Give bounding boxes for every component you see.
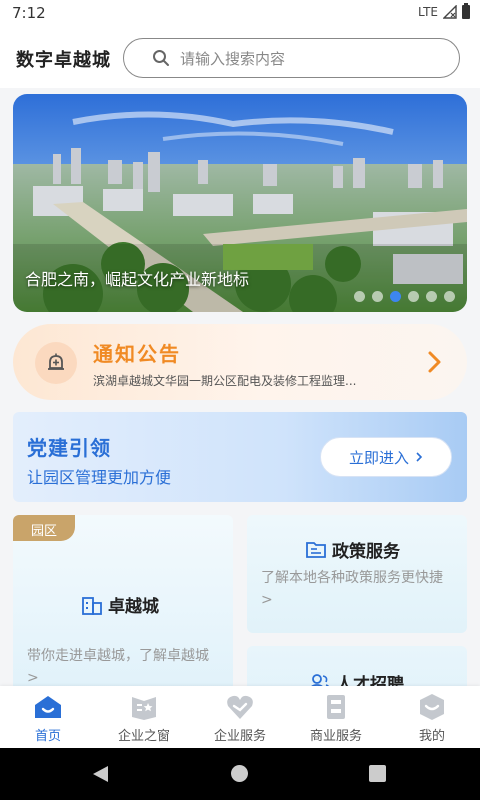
recent-apps-icon[interactable]	[369, 765, 386, 782]
banner-dot[interactable]	[408, 291, 419, 302]
tab-enterprise-window[interactable]: 企业之窗	[96, 686, 192, 748]
enter-now-label: 立即进入	[348, 448, 409, 467]
policy-title-row: 政策服务	[305, 537, 400, 562]
top-bar: 数字卓越城 请输入搜索内容	[0, 28, 480, 88]
status-time: 7:12	[12, 4, 46, 22]
enter-now-button[interactable]: 立即进入	[320, 437, 452, 477]
home-button-icon[interactable]	[231, 765, 248, 782]
notice-card[interactable]: 通知公告 滨湖卓越城文华园一期公区配电及装修工程监理...	[13, 324, 467, 400]
policy-title: 政策服务	[332, 542, 400, 562]
home-icon	[35, 696, 61, 718]
chevron-right-icon[interactable]	[427, 350, 443, 374]
search-input[interactable]: 请输入搜索内容	[123, 38, 460, 78]
banner-dot[interactable]	[354, 291, 365, 302]
bottom-tab-bar: 首页 企业之窗 企业服务 商业服务 我的	[0, 686, 480, 748]
profile-icon	[420, 694, 444, 720]
bell-icon	[48, 353, 64, 370]
search-placeholder: 请输入搜索内容	[180, 49, 286, 68]
banner-carousel[interactable]: 合肥之南，崛起文化产业新地标	[13, 94, 467, 312]
banner-dot[interactable]	[426, 291, 437, 302]
party-subtitle: 让园区管理更加方便	[27, 468, 172, 487]
tab-enterprise-service-label: 企业服务	[213, 729, 266, 744]
party-title: 党建引领	[27, 436, 111, 460]
policy-service-card[interactable]: 政策服务 了解本地各种政策服务更快捷 >	[247, 515, 467, 633]
battery-icon	[462, 3, 470, 19]
party-building-card[interactable]: 党建引领 让园区管理更加方便 立即进入	[13, 412, 467, 502]
home-content[interactable]: 合肥之南，崛起文化产业新地标 通知公告 滨湖卓越城文华园一期公区配电及装修工程监…	[0, 88, 480, 686]
banner-dot-active[interactable]	[390, 291, 401, 302]
banner-dot[interactable]	[372, 291, 383, 302]
people-icon	[310, 673, 330, 686]
enterprise-service-icon	[227, 695, 253, 719]
tab-home[interactable]: 首页	[0, 686, 96, 748]
park-title: 卓越城	[108, 597, 159, 617]
policy-document-icon	[306, 541, 326, 558]
banner-caption: 合肥之南，崛起文化产业新地标	[25, 270, 250, 289]
banner-dot[interactable]	[444, 291, 455, 302]
park-badge: 园区	[13, 515, 75, 541]
notice-title: 通知公告	[93, 342, 181, 366]
back-icon[interactable]	[92, 765, 109, 783]
tab-profile-label: 我的	[418, 729, 445, 744]
commercial-service-icon	[327, 695, 345, 719]
tab-commercial-service[interactable]: 商业服务	[288, 686, 384, 748]
park-card[interactable]: 园区 卓越城 带你走进卓越城，了解卓越城 >	[13, 515, 233, 686]
building-icon	[82, 596, 102, 615]
talent-title-row: 人才招聘	[309, 670, 404, 686]
tab-enterprise-window-label: 企业之窗	[117, 729, 170, 744]
status-icons: LTE	[418, 3, 470, 19]
banner-indicator	[354, 291, 455, 302]
notice-icon-background	[35, 342, 77, 384]
policy-description: 了解本地各种政策服务更快捷 >	[261, 570, 443, 608]
tab-enterprise-service[interactable]: 企业服务	[192, 686, 288, 748]
system-navigation-bar	[0, 748, 480, 800]
tab-profile[interactable]: 我的	[384, 686, 480, 748]
notice-text[interactable]: 滨湖卓越城文华园一期公区配电及装修工程监理...	[93, 372, 413, 389]
talent-recruitment-card[interactable]: 人才招聘	[247, 646, 467, 686]
tab-home-label: 首页	[34, 729, 61, 744]
park-description: 带你走进卓越城，了解卓越城 >	[27, 648, 209, 686]
talent-title: 人才招聘	[336, 675, 404, 686]
app-title: 数字卓越城	[16, 50, 111, 71]
network-type: LTE	[418, 5, 438, 19]
park-title-row: 卓越城	[81, 592, 159, 617]
enterprise-window-icon	[132, 697, 156, 720]
tab-commercial-service-label: 商业服务	[309, 729, 362, 744]
signal-icon	[443, 5, 457, 19]
chevron-right-icon	[416, 452, 423, 462]
status-bar: 7:12 LTE	[0, 0, 480, 28]
search-icon	[153, 50, 169, 66]
